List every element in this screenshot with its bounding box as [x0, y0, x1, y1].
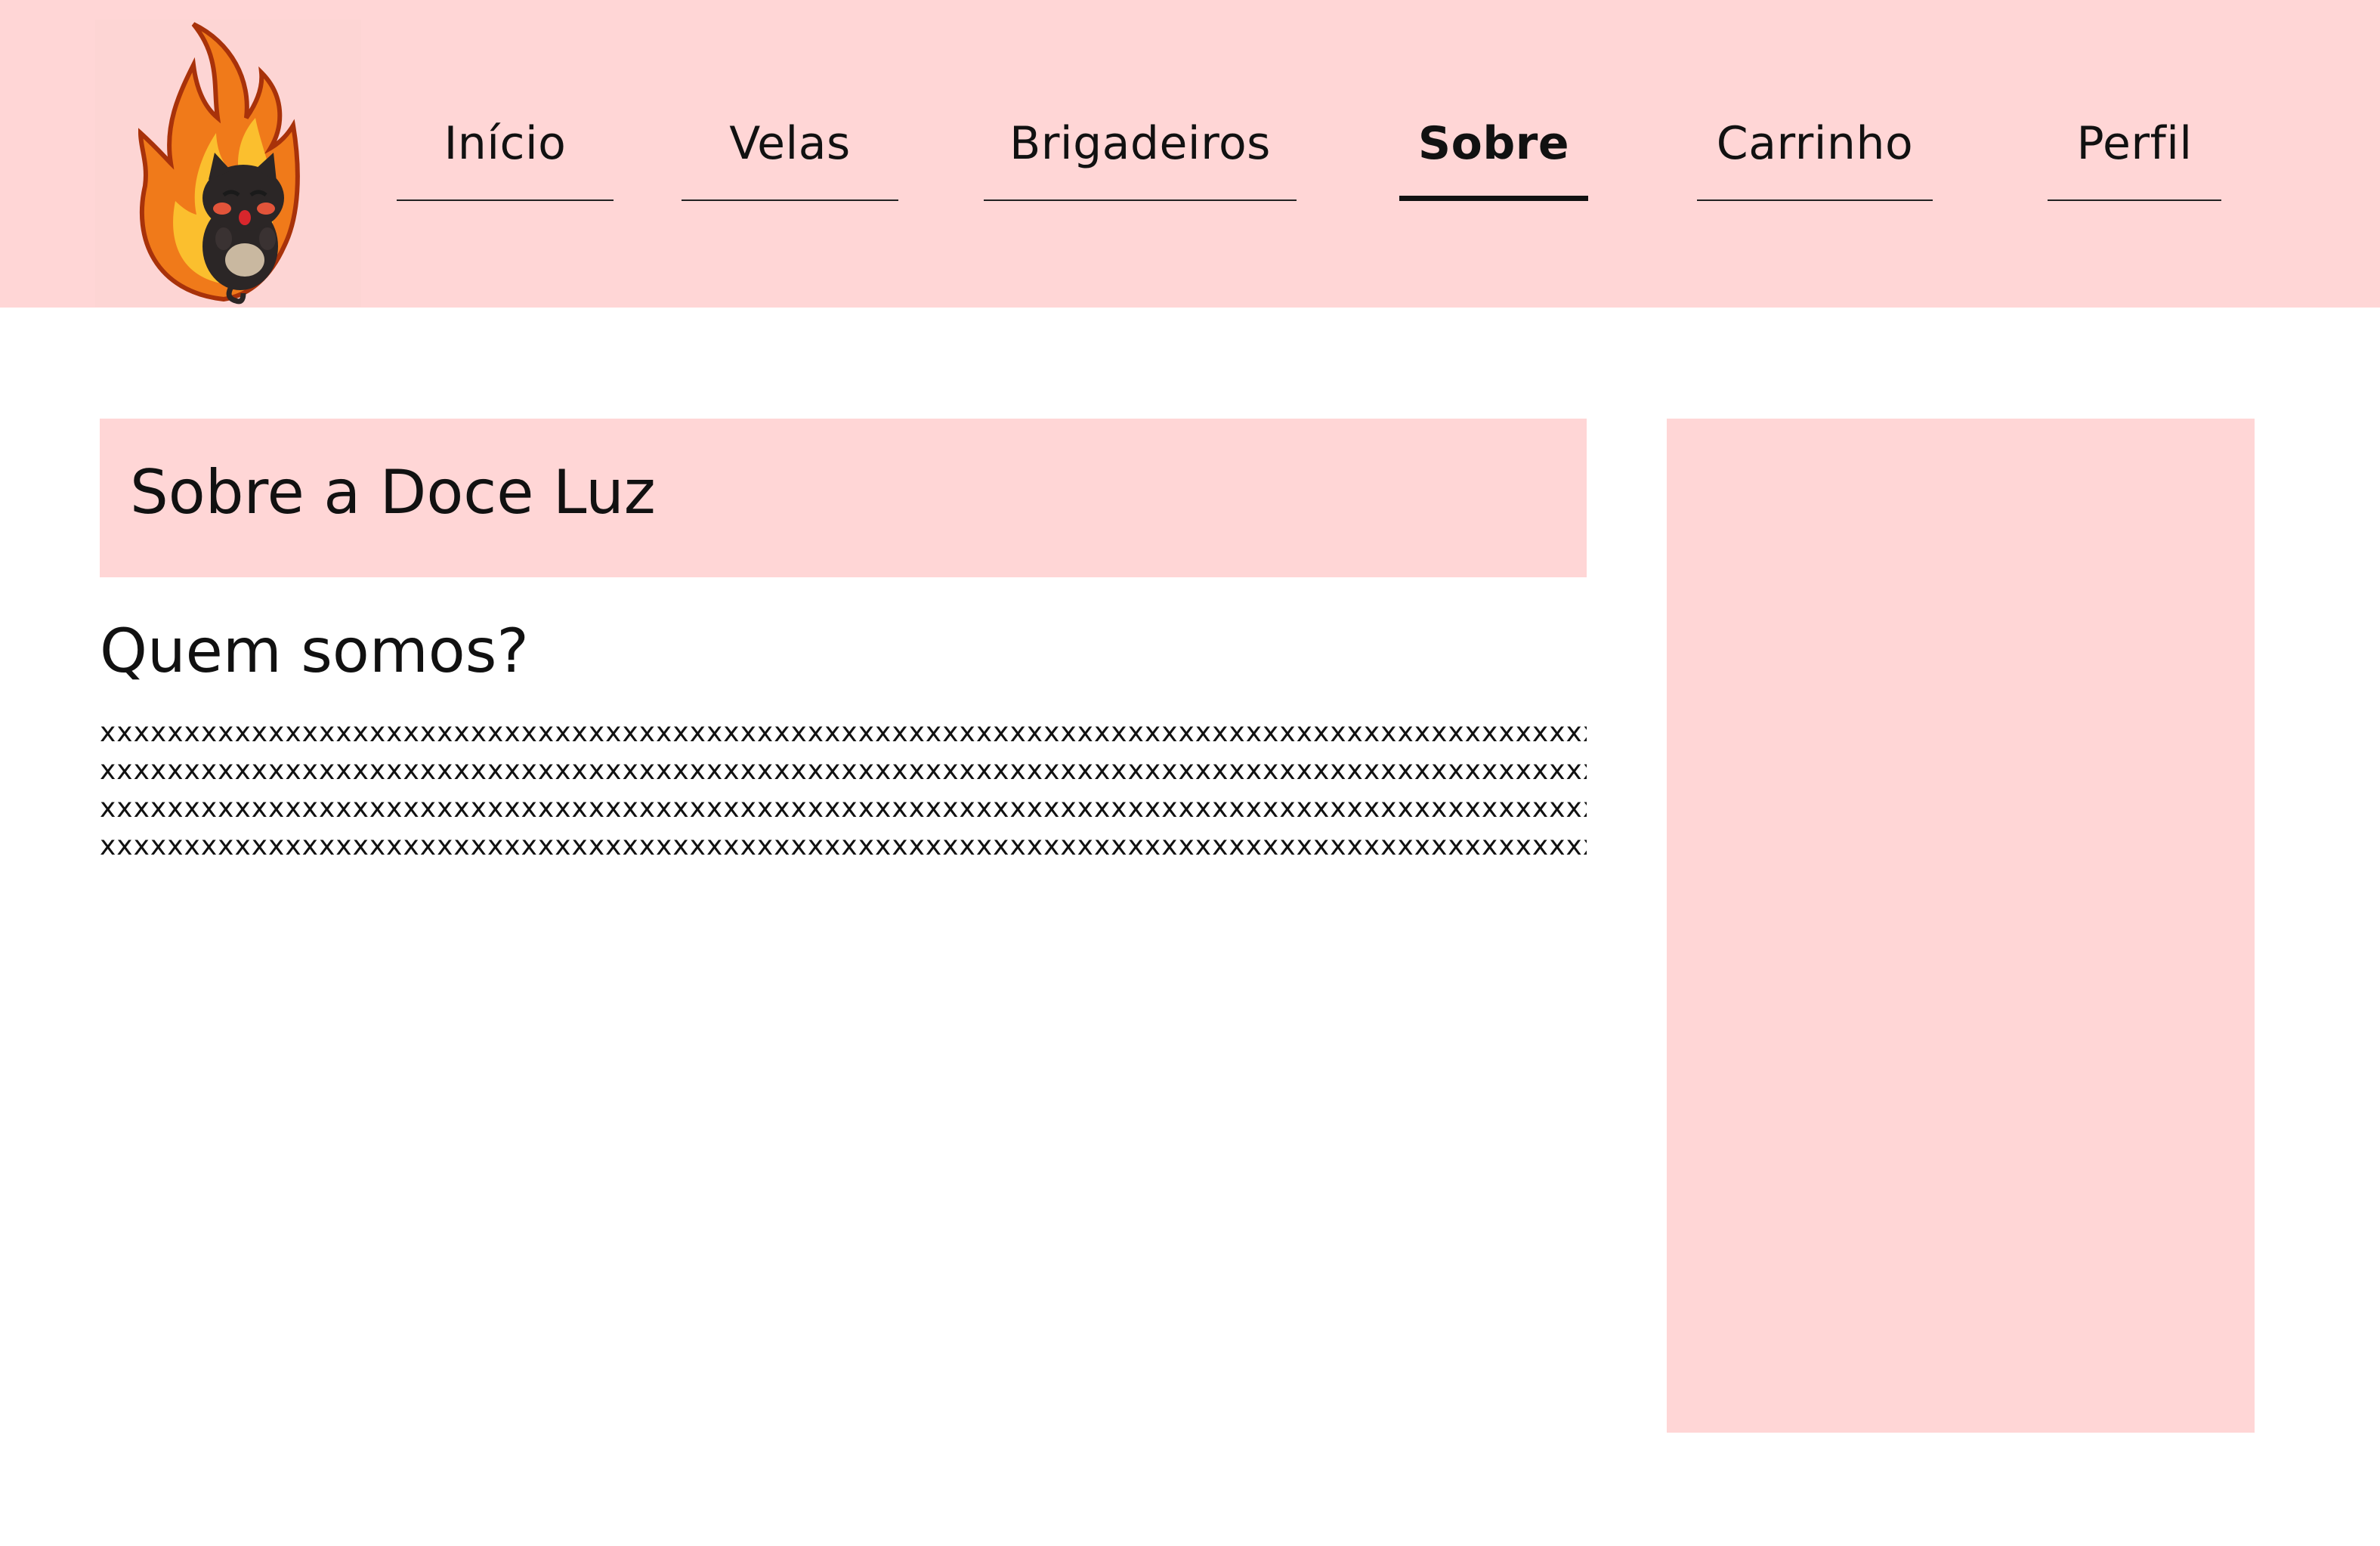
about-text-line: xxxxxxxxxxxxxxxxxxxxxxxxxxxxxxxxxxxxxxxx… — [100, 755, 1587, 786]
about-text-line: xxxxxxxxxxxxxxxxxxxxxxxxxxxxxxxxxxxxxxxx… — [100, 717, 1587, 748]
side-panel — [1667, 419, 2255, 1433]
site-header: Início Velas Brigadeiros Sobre Carrinho … — [0, 0, 2380, 308]
nav-item-perfil[interactable]: Perfil — [2048, 121, 2221, 201]
about-text-line: xxxxxxxxxxxxxxxxxxxxxxxxxxxxxxxxxxxxxxxx… — [100, 793, 1587, 824]
section-title: Quem somos? — [100, 616, 529, 686]
nav-item-brigadeiros[interactable]: Brigadeiros — [984, 121, 1297, 201]
nav-item-sobre[interactable]: Sobre — [1399, 121, 1588, 201]
about-text: xxxxxxxxxxxxxxxxxxxxxxxxxxxxxxxxxxxxxxxx… — [100, 714, 1587, 865]
page-title-banner: Sobre a Doce Luz — [100, 419, 1587, 577]
nav-item-velas[interactable]: Velas — [682, 121, 898, 201]
about-text-line: xxxxxxxxxxxxxxxxxxxxxxxxxxxxxxxxxxxxxxxx… — [100, 830, 1587, 861]
page-title: Sobre a Doce Luz — [130, 457, 656, 527]
flaming-cat-mascot-icon — [138, 22, 300, 305]
nav-item-inicio[interactable]: Início — [397, 121, 614, 201]
nav-item-carrinho[interactable]: Carrinho — [1697, 121, 1933, 201]
logo[interactable] — [95, 20, 361, 307]
